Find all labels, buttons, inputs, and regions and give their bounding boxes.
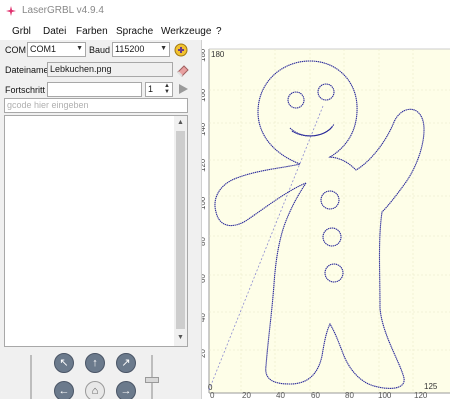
y-tick: 20 [202, 349, 207, 358]
x-tick: 100 [378, 391, 392, 399]
x-tick: 120 [414, 391, 428, 399]
scroll-down-icon[interactable]: ▼ [177, 334, 184, 341]
menu-bar: Grbl Datei Farben Sprache Werkzeuge ? [0, 22, 450, 40]
baud-value: 115200 [115, 44, 145, 54]
jog-left-icon[interactable]: ← [54, 381, 74, 399]
x-tick: 60 [311, 391, 320, 399]
filename-label: Dateiname [5, 65, 49, 75]
corner-top-label: 180 [211, 50, 225, 59]
jog-right-icon[interactable]: → [116, 381, 136, 399]
preview-drawing: 180 160 140 120 100 80 60 40 20 180 0 12… [198, 48, 450, 399]
progress-bar [47, 82, 142, 97]
chevron-down-icon: ▼ [76, 45, 83, 52]
jog-up-right-icon[interactable]: ↗ [116, 353, 136, 373]
y-tick: 180 [202, 48, 207, 62]
menu-farben[interactable]: Farben [76, 26, 108, 37]
step-slider-thumb[interactable] [145, 377, 159, 383]
y-tick: 120 [202, 158, 207, 172]
com-label: COM [5, 45, 26, 55]
y-axis-labels: 180 160 140 120 100 80 60 40 20 [198, 48, 207, 358]
x-tick: 20 [242, 391, 251, 399]
y-tick: 40 [202, 313, 207, 322]
control-panel: COM COM1 ▼ Baud 115200 ▼ Dateiname Lebku… [0, 40, 202, 399]
progress-label: Fortschritt [5, 85, 46, 95]
menu-sprache[interactable]: Sprache [116, 26, 153, 37]
scroll-up-icon[interactable]: ▲ [177, 119, 184, 126]
home-icon[interactable]: ⌂ [85, 381, 105, 399]
gcode-input[interactable]: gcode hier eingeben [4, 98, 188, 113]
work-area [209, 49, 450, 393]
baud-label: Baud [89, 45, 111, 55]
connect-icon[interactable] [174, 43, 188, 57]
x-tick: 40 [276, 391, 285, 399]
speed-slider-track[interactable] [30, 355, 32, 399]
stepper-arrows-icon: ▲ ▼ [164, 83, 170, 95]
y-tick: 160 [202, 88, 207, 102]
gcode-placeholder: gcode hier eingeben [7, 100, 89, 110]
log-output[interactable] [4, 115, 188, 347]
log-scroll-thumb[interactable] [176, 131, 185, 329]
laser-logo-icon [6, 6, 16, 16]
x-tick: 0 [210, 391, 215, 399]
jog-up-icon[interactable]: ↑ [85, 353, 105, 373]
y-tick: 60 [202, 274, 207, 283]
copies-stepper[interactable]: 1 ▲ ▼ [145, 82, 173, 97]
menu-grbl[interactable]: Grbl [12, 26, 31, 37]
menu-help[interactable]: ? [216, 26, 222, 37]
corner-right-label: 125 [424, 382, 438, 391]
filename-value: Lebkuchen.png [50, 64, 112, 74]
com-port-value: COM1 [30, 44, 57, 54]
copies-value: 1 [148, 84, 154, 94]
x-tick: 80 [345, 391, 354, 399]
menu-datei[interactable]: Datei [43, 26, 66, 37]
y-tick: 100 [202, 196, 207, 210]
y-tick: 80 [202, 237, 207, 246]
window-title: LaserGRBL v4.9.4 [22, 5, 104, 16]
baud-select[interactable]: 115200 ▼ [112, 42, 170, 57]
jog-up-left-icon[interactable]: ↖ [54, 353, 74, 373]
com-port-select[interactable]: COM1 ▼ [27, 42, 86, 57]
title-bar: LaserGRBL v4.9.4 [0, 0, 450, 22]
y-tick: 140 [202, 122, 207, 136]
menu-werkzeuge[interactable]: Werkzeuge [161, 26, 211, 37]
filename-field: Lebkuchen.png [47, 62, 173, 77]
play-icon[interactable] [176, 82, 190, 96]
chevron-down-icon: ▼ [160, 45, 167, 52]
preview-canvas[interactable]: 180 160 140 120 100 80 60 40 20 180 0 12… [198, 40, 450, 399]
eraser-icon[interactable] [176, 63, 190, 77]
